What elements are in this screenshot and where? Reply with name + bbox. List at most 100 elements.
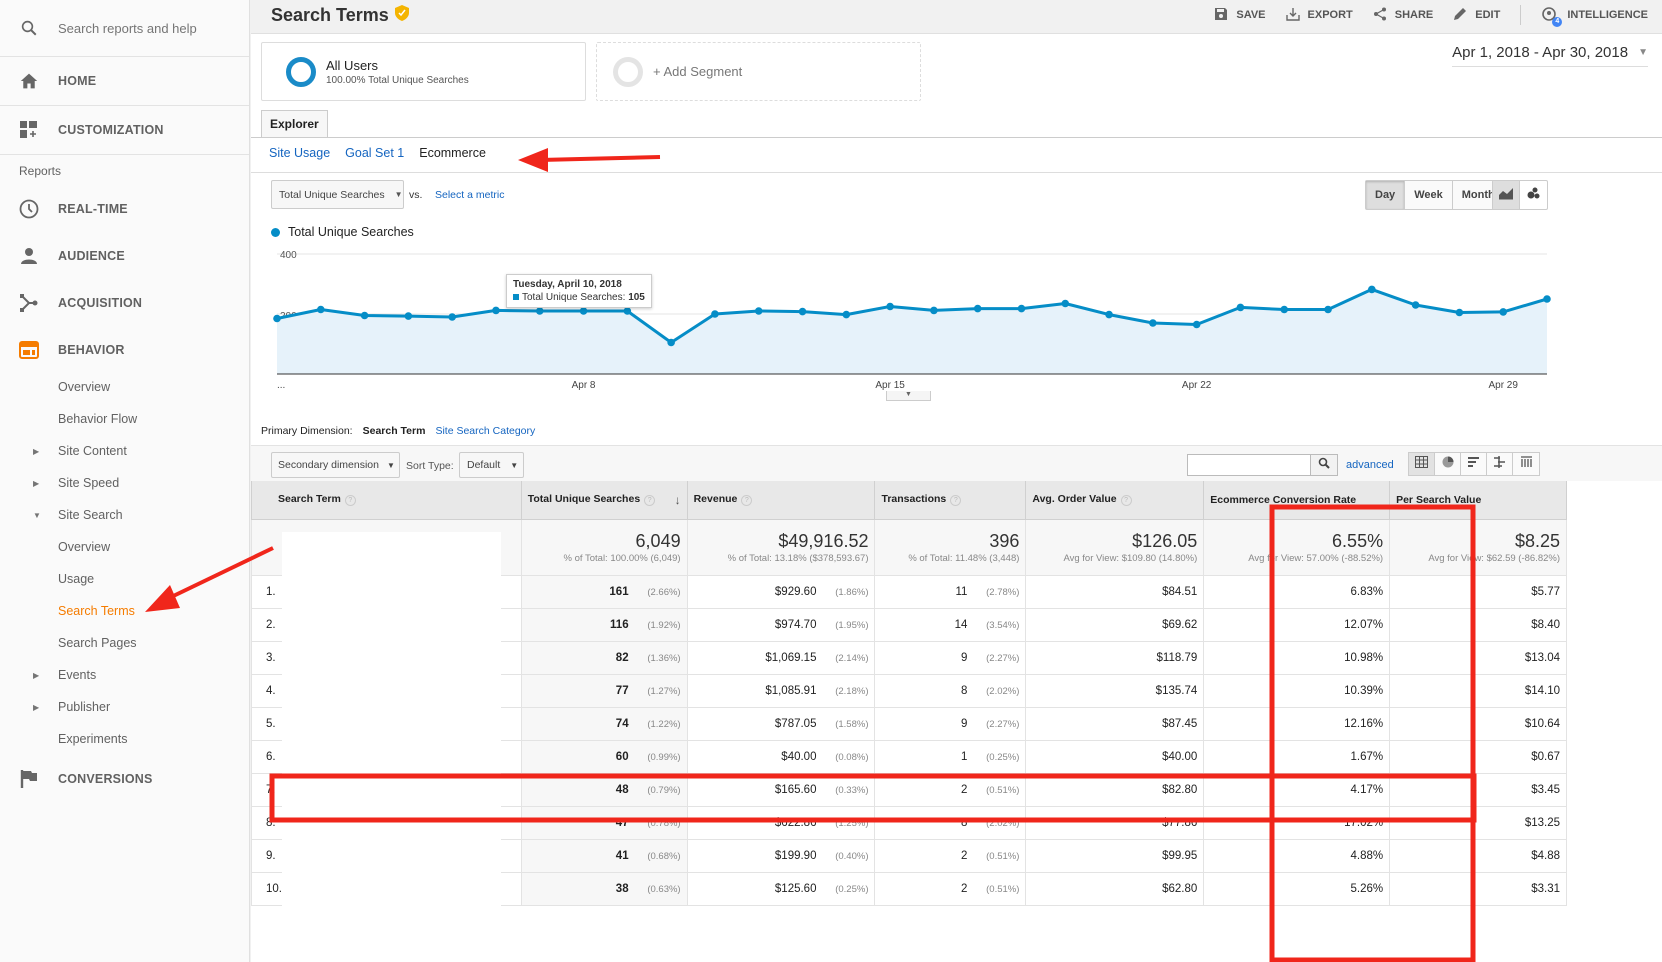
table-search-input[interactable] — [1187, 454, 1311, 476]
column-header-avg-order-value[interactable]: Avg. Order Value? — [1025, 481, 1205, 520]
sidebar-item-customization[interactable]: CUSTOMIZATION — [0, 106, 249, 155]
tab-explorer[interactable]: Explorer — [261, 110, 328, 137]
view-data-button[interactable] — [1409, 453, 1435, 475]
column-header-transactions[interactable]: Transactions? — [874, 481, 1027, 520]
table-row[interactable]: 8. 47 (0.78%) $622.86 (1.25%) 8 (2.02%) $77.86 1… — [251, 805, 1567, 840]
table-row[interactable]: 3. 82 (1.36%) $1,069.15 (2.14%) 9 (2.27%) $118.… — [251, 640, 1567, 675]
sidebar-subitem-site-content[interactable]: ▶ Site Content — [0, 435, 249, 467]
table-row[interactable]: 7. 48 (0.79%) $165.60 (0.33%) 2 (0.51%) $82.80 4… — [251, 772, 1567, 807]
share-button[interactable]: SHARE — [1373, 7, 1433, 24]
cell-value: $69.62 — [1162, 618, 1198, 631]
cell-value: 12.07% — [1344, 618, 1384, 631]
column-header-search-term[interactable]: Search Term? — [251, 481, 522, 520]
table-row[interactable]: 9. 41 (0.68%) $199.90 (0.40%) 2 (0.51%) $99.95 4… — [251, 838, 1567, 873]
view-pivot-button[interactable] — [1513, 453, 1539, 475]
period-week-button[interactable]: Week — [1405, 181, 1453, 209]
search-input[interactable]: Search reports and help — [58, 21, 197, 36]
cell-value: $974.70 — [774, 618, 817, 631]
table-row[interactable]: 10. 38 (0.63%) $125.60 (0.25%) 2 (0.51%) $62.80… — [251, 871, 1567, 906]
help-icon[interactable]: ? — [644, 494, 656, 506]
column-header-per-search-value[interactable]: Per Search Value — [1389, 481, 1567, 520]
cell-value: 82 — [615, 651, 629, 664]
help-icon[interactable]: ? — [1120, 495, 1132, 507]
table-row[interactable]: 2. 116 (1.92%) $974.70 (1.95%) 14 (3.54%) $69.6… — [251, 607, 1567, 642]
subtab-ecommerce[interactable]: Ecommerce — [419, 146, 486, 160]
sidebar-subitem-search-terms[interactable]: Search Terms — [0, 595, 249, 627]
sidebar-item-acquisition[interactable]: ACQUISITION — [0, 279, 249, 326]
sidebar-item-audience[interactable]: AUDIENCE — [0, 232, 249, 279]
help-icon[interactable]: ? — [950, 495, 962, 507]
view-percentage-button[interactable] — [1435, 453, 1461, 475]
sidebar-item-label: ACQUISITION — [58, 295, 143, 310]
intelligence-button[interactable]: 4 INTELLIGENCE — [1541, 6, 1648, 27]
primary-dimension-search-term[interactable]: Search Term — [363, 425, 426, 437]
select-metric-link[interactable]: Select a metric — [435, 189, 504, 201]
table-row[interactable]: 6. 60 (0.99%) $40.00 (0.08%) 1 (0.25%) $40.00 1.… — [251, 739, 1567, 774]
sidebar-subitem-experiments[interactable]: Experiments — [0, 723, 249, 755]
sidebar-subitem-behavior-flow[interactable]: Behavior Flow — [0, 403, 249, 435]
sidebar-item-label: AUDIENCE — [58, 248, 125, 263]
view-comparison-button[interactable] — [1487, 453, 1513, 475]
subtab-goal-set-1[interactable]: Goal Set 1 — [345, 146, 404, 160]
sidebar-item-behavior[interactable]: BEHAVIOR — [0, 326, 249, 373]
legend-label: Total Unique Searches — [288, 225, 414, 239]
subtab-site-usage[interactable]: Site Usage — [269, 146, 330, 160]
cell-value: 5.26% — [1350, 882, 1384, 895]
sidebar-item-realtime[interactable]: REAL-TIME — [0, 185, 249, 232]
total-value: $8.25 — [1514, 530, 1560, 551]
table-row[interactable]: 5. 74 (1.22%) $787.05 (1.58%) 9 (2.27%) $87.45 1… — [251, 706, 1567, 741]
add-segment-button[interactable]: + Add Segment — [596, 42, 921, 101]
sidebar-subitem-behavior-overview[interactable]: Overview — [0, 371, 249, 403]
help-icon[interactable]: ? — [741, 495, 753, 507]
edit-button[interactable]: EDIT — [1453, 7, 1500, 24]
sidebar-subitem-label: Search Pages — [58, 636, 137, 650]
sidebar-subitem-usage[interactable]: Usage — [0, 563, 249, 595]
secondary-dimension-dropdown[interactable]: Secondary dimension ▼ — [271, 452, 400, 478]
sidebar-subitem-site-speed[interactable]: ▶ Site Speed — [0, 467, 249, 499]
sidebar-subitem-events[interactable]: ▶ Events — [0, 659, 249, 691]
cell-aov: $99.95 — [1025, 838, 1205, 873]
line-chart-button[interactable] — [1493, 181, 1520, 209]
export-button[interactable]: EXPORT — [1285, 7, 1353, 24]
table-row[interactable]: 1. 161 (2.66%) $929.60 (1.86%) 11 (2.78%) $84.5… — [251, 574, 1567, 609]
motion-chart-button[interactable] — [1520, 181, 1547, 209]
sidebar-item-home[interactable]: HOME — [0, 57, 249, 106]
date-range-picker[interactable]: Apr 1, 2018 - Apr 30, 2018 ▼ — [1452, 44, 1648, 67]
cell-revenue: $125.60 (0.25%) — [686, 871, 876, 906]
data-point — [667, 338, 675, 347]
table-search-button[interactable] — [1311, 454, 1338, 476]
sidebar-item-conversions[interactable]: CONVERSIONS — [0, 755, 249, 802]
metric-dropdown[interactable]: Total Unique Searches ▼ — [271, 180, 404, 209]
sort-type-dropdown[interactable]: Default ▼ — [459, 452, 524, 478]
cell-value: 60 — [615, 750, 629, 763]
primary-dimension-site-search-category[interactable]: Site Search Category — [435, 425, 535, 437]
cell-value: 4.88% — [1350, 849, 1384, 862]
row-index-cell: 2. — [251, 607, 522, 642]
sidebar-subitem-search-pages[interactable]: Search Pages — [0, 627, 249, 659]
help-icon[interactable]: ? — [344, 495, 356, 507]
save-button[interactable]: SAVE — [1214, 7, 1266, 24]
column-header-total-unique-searches[interactable]: Total Unique Searches? ↓ — [520, 481, 688, 520]
view-performance-button[interactable] — [1461, 453, 1487, 475]
cell-percent: (0.25%) — [986, 751, 1020, 763]
segment-all-users[interactable]: All Users 100.00% Total Unique Searches — [261, 42, 586, 101]
cell-searches: 74 (1.22%) — [520, 706, 688, 741]
sidebar-subitem-site-search-overview[interactable]: Overview — [0, 531, 249, 563]
data-point — [273, 314, 281, 323]
period-day-button[interactable]: Day — [1366, 181, 1406, 209]
column-header-ecommerce-conversion-rate[interactable]: Ecommerce Conversion Rate — [1203, 481, 1391, 520]
dropdown-arrow-icon: ▼ — [510, 460, 519, 470]
data-point — [404, 312, 413, 320]
column-header-label: Transactions — [881, 493, 947, 506]
advanced-filter-link[interactable]: advanced — [1346, 459, 1394, 471]
chart-resize-handle[interactable]: ▼ — [886, 391, 931, 401]
total-subtext: % of Total: 100.00% (6,049) — [563, 552, 681, 564]
cell-value: $787.05 — [774, 717, 817, 730]
sidebar-search[interactable]: Search reports and help — [0, 0, 249, 57]
sidebar-subitem-label: Search Terms — [58, 604, 135, 618]
column-header-revenue[interactable]: Revenue? — [686, 481, 876, 520]
table-row[interactable]: 4. 77 (1.27%) $1,085.91 (2.18%) 8 (2.02%) $135.… — [251, 673, 1567, 708]
cell-aov: $40.00 — [1025, 739, 1205, 774]
sidebar-subitem-publisher[interactable]: ▶ Publisher — [0, 691, 249, 723]
sidebar-subitem-site-search[interactable]: ▼ Site Search — [0, 499, 249, 531]
